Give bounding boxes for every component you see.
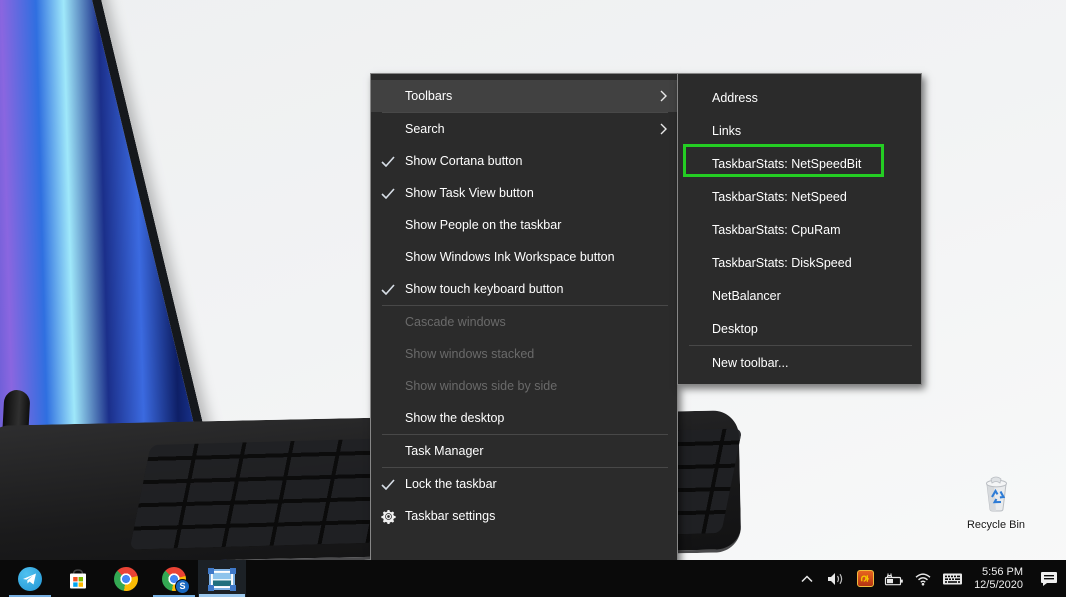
- menu-item-label: Task Manager: [405, 444, 484, 458]
- menu-item-label: Show windows side by side: [405, 379, 558, 393]
- menu-item-label: Show Cortana button: [405, 154, 523, 168]
- profile-badge: S: [175, 578, 190, 594]
- show-hidden-icons-chevron[interactable]: [796, 566, 818, 592]
- taskbar-button-telegram[interactable]: [6, 560, 54, 597]
- volume-icon[interactable]: [825, 566, 847, 592]
- system-tray: 5:56 PM 12/5/2020: [796, 560, 1066, 597]
- corner-handle: [230, 585, 236, 591]
- checkmark-icon: [371, 187, 405, 199]
- menu-item-show-windows-stacked: Show windows stacked: [371, 338, 677, 370]
- taskbar-button-chrome[interactable]: [102, 560, 150, 597]
- battery-icon[interactable]: [883, 566, 905, 592]
- menu-item-show-windows-side-by-side: Show windows side by side: [371, 370, 677, 402]
- menu-item-show-task-view-button[interactable]: Show Task View button: [371, 177, 677, 209]
- image-viewer-photo: [213, 573, 231, 586]
- submenu-item-label: TaskbarStats: NetSpeedBit: [712, 156, 862, 171]
- menu-item-label: Show Windows Ink Workspace button: [405, 250, 615, 264]
- submenu-item-label: Desktop: [712, 321, 758, 336]
- microsoft-store-icon: [66, 567, 90, 591]
- taskbar-button-microsoft-store[interactable]: [54, 560, 102, 597]
- submenu-item-label: New toolbar...: [712, 355, 789, 370]
- wifi-icon[interactable]: [912, 566, 934, 592]
- submenu-item-taskbarstats-diskspeed[interactable]: TaskbarStats: DiskSpeed: [678, 246, 921, 279]
- menu-item-task-manager[interactable]: Task Manager: [371, 435, 677, 467]
- submenu-item-label: Address: [712, 90, 758, 105]
- menu-item-show-people-on-taskbar[interactable]: Show People on the taskbar: [371, 209, 677, 241]
- clock-time: 5:56 PM: [982, 565, 1023, 578]
- submenu-item-label: Links: [712, 123, 742, 138]
- action-center-icon[interactable]: [1038, 566, 1060, 592]
- telegram-icon: [18, 566, 42, 591]
- submenu-item-taskbarstats-cpuram[interactable]: TaskbarStats: CpuRam: [678, 213, 921, 246]
- taskbar-clock[interactable]: 5:56 PM 12/5/2020: [970, 566, 1027, 592]
- menu-item-label: Show the desktop: [405, 411, 505, 425]
- submenu-item-label: TaskbarStats: CpuRam: [712, 222, 841, 237]
- chrome-icon: [114, 566, 138, 591]
- submenu-item-netbalancer[interactable]: NetBalancer: [678, 279, 921, 312]
- gear-icon: [371, 509, 405, 524]
- touch-keyboard-icon[interactable]: [941, 566, 963, 592]
- checkmark-icon: [371, 155, 405, 167]
- menu-item-label: Cascade windows: [405, 315, 506, 329]
- menu-item-label: Toolbars: [405, 89, 453, 103]
- submenu-item-links[interactable]: Links: [678, 114, 921, 147]
- checkmark-icon: [371, 283, 405, 295]
- menu-item-label: Search: [405, 122, 445, 136]
- checkmark-icon: [371, 478, 405, 490]
- corner-handle: [208, 585, 214, 591]
- menu-item-label: Show People on the taskbar: [405, 218, 562, 232]
- submenu-item-label: TaskbarStats: NetSpeed: [712, 189, 847, 204]
- taskbar-context-menu: Toolbars Search Show Cortana button Show…: [370, 73, 678, 570]
- menu-item-lock-the-taskbar[interactable]: Lock the taskbar: [371, 468, 677, 500]
- taskbar: S 5:56 PM 12/5/2020: [0, 560, 1066, 597]
- image-viewer-icon: [208, 568, 236, 591]
- menu-item-cascade-windows: Cascade windows: [371, 306, 677, 338]
- menu-item-label: Taskbar settings: [405, 509, 496, 523]
- menu-item-show-windows-ink-workspace-button[interactable]: Show Windows Ink Workspace button: [371, 241, 677, 273]
- menu-item-show-touch-keyboard-button[interactable]: Show touch keyboard button: [371, 273, 677, 305]
- toolbars-submenu: Address Links TaskbarStats: NetSpeedBit …: [677, 73, 922, 385]
- submenu-item-label: NetBalancer: [712, 288, 781, 303]
- submenu-arrow-icon: [655, 90, 667, 102]
- taskbar-app-icons: S: [6, 560, 246, 597]
- recycle-bin-icon: [986, 476, 1007, 512]
- submenu-item-taskbarstats-netspeed[interactable]: TaskbarStats: NetSpeed: [678, 180, 921, 213]
- menu-item-show-cortana-button[interactable]: Show Cortana button: [371, 145, 677, 177]
- chrome-profile-icon: S: [162, 566, 190, 594]
- menu-item-show-the-desktop[interactable]: Show the desktop: [371, 402, 677, 434]
- recycle-bin-label: Recycle Bin: [966, 519, 1026, 531]
- taskbar-button-chrome-profile[interactable]: S: [150, 560, 198, 597]
- menu-item-search[interactable]: Search: [371, 113, 677, 145]
- menu-item-toolbars[interactable]: Toolbars: [371, 80, 677, 112]
- clock-date: 12/5/2020: [974, 578, 1023, 591]
- menu-item-label: Show touch keyboard button: [405, 282, 564, 296]
- avro-keyboard-icon[interactable]: [854, 566, 876, 592]
- submenu-item-address[interactable]: Address: [678, 81, 921, 114]
- submenu-item-new-toolbar[interactable]: New toolbar...: [678, 346, 921, 379]
- taskbar-button-image-viewer[interactable]: [198, 560, 246, 597]
- corner-handle: [230, 568, 236, 574]
- menu-item-label: Show Task View button: [405, 186, 534, 200]
- submenu-item-desktop[interactable]: Desktop: [678, 312, 921, 345]
- menu-item-label: Lock the taskbar: [405, 477, 497, 491]
- menu-item-label: Show windows stacked: [405, 347, 535, 361]
- menu-item-taskbar-settings[interactable]: Taskbar settings: [371, 500, 677, 532]
- submenu-item-taskbarstats-netspeedbit[interactable]: TaskbarStats: NetSpeedBit: [678, 147, 921, 180]
- corner-handle: [208, 568, 214, 574]
- submenu-item-label: TaskbarStats: DiskSpeed: [712, 255, 852, 270]
- recycle-bin-desktop-icon[interactable]: Recycle Bin: [958, 474, 1034, 531]
- submenu-arrow-icon: [655, 123, 667, 135]
